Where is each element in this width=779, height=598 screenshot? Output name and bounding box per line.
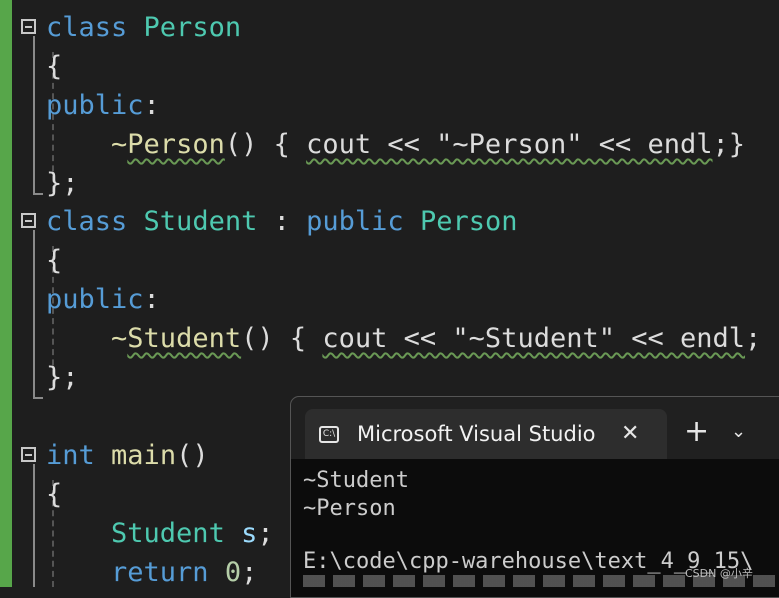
code-line: class Person	[46, 8, 241, 47]
code-token: ()	[176, 440, 209, 471]
code-token: };	[46, 362, 79, 393]
code-line: class Student : public Person	[46, 202, 517, 241]
fold-guide-line	[33, 230, 35, 398]
code-line: Student s;	[46, 514, 274, 553]
code-token: class	[46, 206, 128, 237]
fold-guide-line	[33, 464, 35, 587]
fold-guide-line	[33, 36, 35, 194]
collapse-box-icon[interactable]	[21, 447, 36, 462]
watermark: CSDN @小辛	[685, 567, 753, 580]
console-icon: C:\	[319, 425, 339, 443]
code-token: {	[46, 51, 63, 82]
change-tracking-bar	[0, 0, 12, 587]
close-icon[interactable]: ✕	[621, 423, 639, 445]
code-token: Student	[127, 323, 242, 354]
code-token: public	[306, 206, 404, 237]
code-token: ;	[257, 518, 274, 549]
code-line: ~Person() { cout << "~Person" << endl;}	[46, 125, 745, 164]
code-token: int	[46, 440, 95, 471]
code-line: public:	[46, 86, 160, 125]
code-token: ;	[241, 557, 258, 588]
plus-icon[interactable]: +	[684, 417, 709, 447]
collapse-box-icon[interactable]	[21, 213, 36, 228]
code-token: {	[46, 245, 63, 276]
code-token: {	[46, 479, 63, 510]
code-token: return	[111, 557, 209, 588]
code-token: Student	[111, 518, 225, 549]
collapse-box-icon[interactable]	[21, 19, 36, 34]
tab-title: Microsoft Visual Studio	[357, 422, 596, 446]
code-line: return 0;	[46, 553, 257, 592]
output-line: ~Person	[303, 496, 396, 521]
code-token: s	[241, 518, 258, 549]
code-token: Student	[143, 206, 258, 237]
code-line: };	[46, 358, 79, 397]
chevron-down-icon[interactable]: ⌄	[731, 417, 746, 447]
terminal-tab[interactable]: C:\ Microsoft Visual Studio ✕	[305, 409, 667, 459]
code-token: ;}	[712, 129, 746, 160]
code-token: };	[46, 168, 79, 199]
code-token: () {	[241, 323, 323, 354]
code-token: public	[46, 90, 144, 121]
code-token: Person	[143, 12, 242, 43]
fold-guide-end	[33, 397, 43, 399]
output-line: ~Student	[303, 468, 409, 493]
code-token: ~	[111, 323, 128, 354]
code-token: Person	[419, 206, 518, 237]
code-token: public	[46, 284, 144, 315]
code-token: main	[111, 440, 177, 471]
fold-guide-end	[33, 193, 43, 195]
code-token: :	[143, 90, 160, 121]
code-line: ~Student() { cout << "~Student" << endl;…	[46, 319, 779, 358]
code-token: :	[257, 206, 307, 237]
code-token: cout << "~Person" << endl	[306, 129, 713, 160]
code-token: Person	[127, 129, 225, 160]
code-token: cout << "~Student" << endl	[322, 323, 746, 354]
code-token: ; }	[745, 323, 779, 354]
code-line: };	[46, 164, 79, 203]
code-line: {	[46, 241, 62, 280]
code-token: class	[46, 12, 128, 43]
code-line: {	[46, 475, 62, 514]
code-line: int main()	[46, 436, 209, 475]
code-line: {	[46, 47, 62, 86]
code-token: ~	[111, 129, 128, 160]
code-token: 0	[224, 557, 242, 588]
code-token: () {	[224, 129, 307, 160]
code-line: public:	[46, 280, 160, 319]
code-token: :	[143, 284, 160, 315]
